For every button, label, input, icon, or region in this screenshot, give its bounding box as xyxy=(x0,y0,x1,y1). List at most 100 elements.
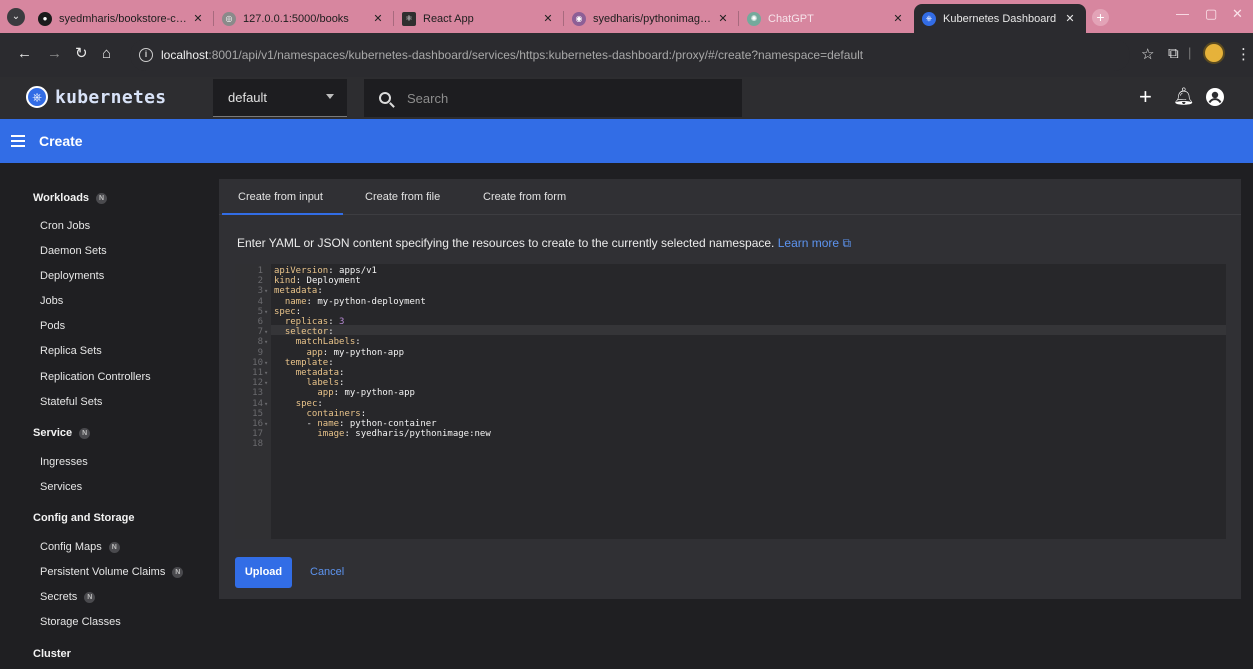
sidebar-item-pods[interactable]: Pods xyxy=(40,320,65,332)
code-text: apiVersion: apps/v1 xyxy=(274,266,377,276)
sidebar-item-deployments[interactable]: Deployments xyxy=(40,270,104,282)
browser-tab[interactable]: ◉ syedharis/pythonimage - Doc ✕ xyxy=(564,4,739,33)
browser-tab[interactable]: ✺ ChatGPT ✕ xyxy=(739,4,914,33)
forward-icon[interactable]: → xyxy=(47,45,62,63)
close-icon[interactable]: ✕ xyxy=(540,12,556,25)
account-icon[interactable] xyxy=(1205,87,1225,111)
address-bar[interactable]: i localhost:8001/api/v1/namespaces/kuber… xyxy=(130,39,1130,71)
line-number: 3 xyxy=(257,286,263,297)
close-icon[interactable]: ✕ xyxy=(890,12,906,25)
sidebar-item-config-maps[interactable]: Config Maps N xyxy=(40,541,120,553)
sidebar-section-config-storage[interactable]: Config and Storage xyxy=(33,512,134,524)
code-line: 3 ▾ metadata: xyxy=(235,286,1226,296)
line-number: 12 xyxy=(252,378,263,389)
upload-button[interactable]: Upload xyxy=(235,557,292,588)
fold-toggle-icon[interactable]: ▾ xyxy=(264,399,268,409)
profile-avatar[interactable] xyxy=(1203,42,1225,64)
close-icon[interactable]: ✕ xyxy=(190,12,206,25)
code-line: 17 image: syedharis/pythonimage:new xyxy=(235,429,1226,439)
browser-menu-icon[interactable]: ⋮ xyxy=(1236,45,1251,63)
sidebar-section-workloads[interactable]: Workloads N xyxy=(33,192,108,204)
fold-toggle-icon[interactable]: ▾ xyxy=(264,307,268,317)
sidebar-section-cluster[interactable]: Cluster xyxy=(33,648,71,660)
tab-create-from-file[interactable]: Create from file xyxy=(365,191,440,203)
line-number: 10 xyxy=(252,357,263,368)
browser-tab[interactable]: ◎ 127.0.0.1:5000/books ✕ xyxy=(214,4,394,33)
maximize-icon[interactable]: ▢ xyxy=(1205,6,1217,22)
sidebar-item-cron-jobs[interactable]: Cron Jobs xyxy=(40,220,90,232)
url-text[interactable]: localhost:8001/api/v1/namespaces/kuberne… xyxy=(161,48,863,62)
fold-toggle-icon[interactable]: ▾ xyxy=(264,286,268,296)
close-icon[interactable]: ✕ xyxy=(370,12,386,25)
notifications-bell-icon[interactable]: 🔔︎ xyxy=(1173,87,1195,107)
code-line: 12 ▾ labels: xyxy=(235,378,1226,388)
minimize-icon[interactable]: — xyxy=(1176,6,1189,21)
sidebar-item-replica-sets[interactable]: Replica Sets xyxy=(40,345,102,357)
code-line: 16 ▾ - name: python-container xyxy=(235,419,1226,429)
site-info-icon[interactable]: i xyxy=(139,48,153,62)
code-line: 13 app: my-python-app xyxy=(235,388,1226,398)
sidebar-item-replication-controllers[interactable]: Replication Controllers xyxy=(40,371,151,383)
sidebar-item-persistent-volume-claims[interactable]: Persistent Volume Claims N xyxy=(40,566,184,578)
line-number: 14 xyxy=(252,398,263,409)
hamburger-menu-icon[interactable] xyxy=(11,135,25,147)
item-label: Persistent Volume Claims xyxy=(40,566,166,578)
fold-toggle-icon[interactable]: ▾ xyxy=(264,327,268,337)
fold-toggle-icon[interactable]: ▾ xyxy=(264,358,268,368)
cancel-button[interactable]: Cancel xyxy=(310,566,344,578)
code-line: 18 xyxy=(235,439,1226,449)
create-tabs: Create from input Create from file Creat… xyxy=(219,179,1241,215)
sidebar-item-services[interactable]: Services xyxy=(40,481,82,493)
fold-toggle-icon[interactable]: ▾ xyxy=(264,378,268,388)
bookmark-star-icon[interactable]: ☆ xyxy=(1141,45,1154,63)
fold-toggle-icon[interactable]: ▾ xyxy=(264,419,268,429)
line-number: 9 xyxy=(257,347,263,358)
close-icon[interactable]: ✕ xyxy=(1062,12,1078,25)
code-line: 14 ▾ spec: xyxy=(235,399,1226,409)
search-input[interactable]: Search xyxy=(364,79,742,117)
tab-search-chevron-icon[interactable]: ⌄ xyxy=(7,8,25,26)
home-icon[interactable]: ⌂ xyxy=(102,45,111,63)
search-placeholder: Search xyxy=(407,90,449,106)
sidebar-item-storage-classes[interactable]: Storage Classes xyxy=(40,616,121,628)
sidebar-item-daemon-sets[interactable]: Daemon Sets xyxy=(40,245,107,257)
browser-tab[interactable]: ⚛ React App ✕ xyxy=(394,4,564,33)
create-plus-icon[interactable]: + xyxy=(1139,86,1152,108)
window-close-icon[interactable]: ✕ xyxy=(1232,6,1243,22)
reload-icon[interactable]: ↻ xyxy=(75,45,88,63)
yaml-editor[interactable]: 1 apiVersion: apps/v1 2 kind: Deployment 3 ▾ m… xyxy=(235,264,1226,539)
github-icon: ● xyxy=(38,11,52,26)
tab-create-from-form[interactable]: Create from form xyxy=(483,191,566,203)
sidebar-item-jobs[interactable]: Jobs xyxy=(40,295,63,307)
sidebar-item-ingresses[interactable]: Ingresses xyxy=(40,456,88,468)
new-tab-button[interactable]: + xyxy=(1092,9,1109,26)
app-name[interactable]: kubernetes xyxy=(55,87,166,108)
sidebar-item-secrets[interactable]: Secrets N xyxy=(40,591,96,603)
dropdown-caret-icon xyxy=(326,94,334,99)
tab-title: ChatGPT xyxy=(768,12,814,25)
tab-create-from-input[interactable]: Create from input xyxy=(238,191,323,203)
namespace-select[interactable]: default xyxy=(213,79,347,117)
fold-toggle-icon[interactable]: ▾ xyxy=(264,337,268,347)
code-line: 5 ▾ spec: xyxy=(235,307,1226,317)
code-line: 11 ▾ metadata: xyxy=(235,368,1226,378)
browser-tab[interactable]: ● syedmharis/bookstore-crud ✕ xyxy=(30,4,214,33)
section-label: Workloads xyxy=(33,192,90,204)
item-label: Secrets xyxy=(40,591,78,603)
code-text: containers: xyxy=(306,408,367,419)
code-text: template: xyxy=(284,357,334,368)
extensions-icon[interactable]: ⧉ xyxy=(1168,45,1179,62)
chatgpt-icon: ✺ xyxy=(747,11,761,26)
external-link-icon: ⧉ xyxy=(842,236,852,250)
kubernetes-logo-icon[interactable]: ⎈ xyxy=(26,86,48,108)
browser-tab-active[interactable]: ⎈ Kubernetes Dashboard ✕ xyxy=(914,4,1086,33)
sidebar-item-stateful-sets[interactable]: Stateful Sets xyxy=(40,396,102,408)
sidebar-section-service[interactable]: Service N xyxy=(33,427,91,439)
close-icon[interactable]: ✕ xyxy=(715,12,731,25)
learn-more-link[interactable]: Learn more ⧉ xyxy=(778,236,851,250)
fold-toggle-icon[interactable]: ▾ xyxy=(264,368,268,378)
back-icon[interactable]: ← xyxy=(17,45,32,63)
line-number: 11 xyxy=(252,368,263,378)
line-number: 1 xyxy=(257,266,263,276)
page-title: Create xyxy=(39,133,83,149)
